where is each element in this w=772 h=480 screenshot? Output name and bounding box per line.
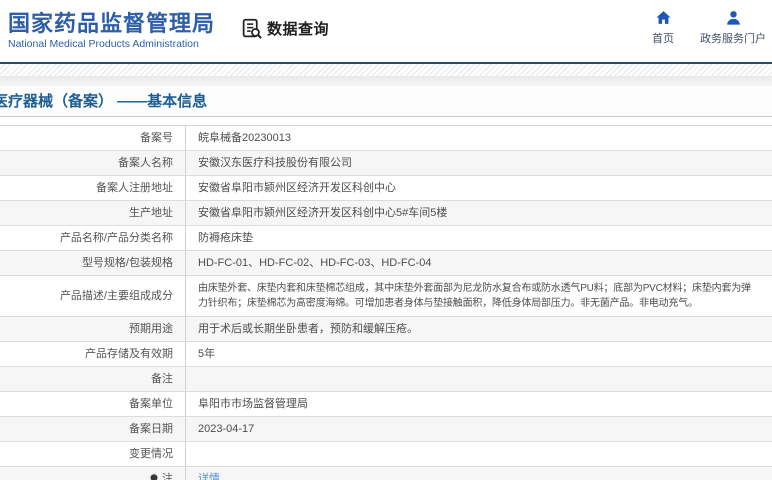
row-label-text: 备案号 — [140, 132, 173, 144]
row-value: 5年 — [186, 342, 772, 366]
row-label-text: 预期用途 — [129, 323, 173, 335]
row-value: 皖阜械备20230013 — [186, 126, 772, 150]
row-label-text: 产品名称/产品分类名称 — [59, 232, 173, 244]
user-icon — [726, 11, 740, 25]
table-row: 注 详情 — [0, 467, 772, 480]
row-value — [186, 442, 772, 466]
data-query-label: 数据查询 — [267, 20, 330, 38]
row-value: 由床垫外套、床垫内套和床垫棉芯组成，其中床垫外套面部为尼龙防水复合布或防水透气P… — [186, 276, 772, 316]
data-query-nav[interactable]: 数据查询 — [241, 18, 329, 39]
row-label-text: 型号规格/包装规格 — [81, 257, 173, 269]
row-value-text: HD-FC-01、HD-FC-02、HD-FC-03、HD-FC-04 — [198, 257, 432, 269]
row-value-text: 安徽省阜阳市颍州区经济开发区科创中心5#车间5楼 — [198, 207, 448, 219]
table-row: 预期用途 用于术后或长期坐卧患者，预防和缓解压疮。 — [0, 317, 772, 342]
top-nav: 首页 政务服务门户 — [652, 9, 766, 46]
row-value-text: 5年 — [198, 348, 216, 360]
row-label: 备案人注册地址 — [0, 176, 186, 200]
site-header: 国家药品监督管理局 National Medical Products Admi… — [0, 0, 772, 62]
table-row: 产品描述/主要组成成分 由床垫外套、床垫内套和床垫棉芯组成，其中床垫外套面部为尼龙… — [0, 276, 772, 317]
row-label-text: 备案人名称 — [118, 157, 173, 169]
row-label: 注 — [0, 467, 186, 480]
table-row: 备案人名称 安徽汉东医疗科技股份有限公司 — [0, 151, 772, 176]
home-icon — [655, 11, 671, 24]
breadcrumb-band: 医疗器械（备案） ——基本信息 — [0, 86, 772, 117]
row-value: 防褥疮床垫 — [186, 226, 772, 250]
row-label: 产品存储及有效期 — [0, 342, 186, 366]
row-value: 详情 — [186, 467, 772, 480]
logo-subtitle: National Medical Products Administration — [8, 38, 199, 50]
row-value: 安徽省阜阳市颍州区经济开发区科创中心5#车间5楼 — [186, 201, 772, 225]
nmpa-logo[interactable]: 国家药品监督管理局 National Medical Products Admi… — [8, 11, 215, 51]
row-value-text: 由床垫外套、床垫内套和床垫棉芯组成，其中床垫外套面部为尼龙防水复合布或防水透气P… — [198, 283, 751, 309]
gray-band — [0, 76, 772, 86]
document-search-icon — [242, 18, 262, 39]
row-value: 安徽省阜阳市颍州区经济开发区科创中心 — [186, 176, 772, 200]
row-value-text: 安徽省阜阳市颍州区经济开发区科创中心 — [198, 182, 396, 194]
row-value: 2023-04-17 — [186, 417, 772, 441]
row-label-text: 备案单位 — [129, 398, 173, 410]
row-label-text: 生产地址 — [129, 207, 173, 219]
row-label-text: 备案日期 — [129, 423, 173, 435]
nav-home-label: 首页 — [652, 33, 674, 45]
table-row: 产品存储及有效期 5年 — [0, 342, 772, 367]
row-label-text: 变更情况 — [129, 448, 173, 460]
row-label: 备案号 — [0, 126, 186, 150]
table-row: 备注 — [0, 367, 772, 392]
row-value: HD-FC-01、HD-FC-02、HD-FC-03、HD-FC-04 — [186, 251, 772, 275]
info-table: 备案号 皖阜械备20230013 备案人名称 安徽汉东医疗科技股份有限公司备案人注册地… — [0, 125, 772, 480]
table-row: 备案日期 2023-04-17 — [0, 417, 772, 442]
table-row: 变更情况 — [0, 442, 772, 467]
row-label-text: 备注 — [151, 373, 173, 385]
row-label: 预期用途 — [0, 317, 186, 341]
row-value-text: 阜阳市市场监督管理局 — [198, 398, 308, 410]
row-label: 产品描述/主要组成成分 — [0, 276, 186, 316]
row-label-text: 备案人注册地址 — [96, 182, 173, 194]
nav-gov-portal-label: 政务服务门户 — [700, 33, 766, 45]
row-value: 安徽汉东医疗科技股份有限公司 — [186, 151, 772, 175]
logo-title: 国家药品监督管理局 — [8, 11, 216, 36]
note-icon — [149, 473, 159, 480]
row-label: 生产地址 — [0, 201, 186, 225]
row-label: 备案人名称 — [0, 151, 186, 175]
row-label-text: 产品描述/主要组成成分 — [59, 290, 173, 302]
row-label-text: 注 — [162, 473, 173, 480]
row-label: 备案日期 — [0, 417, 186, 441]
hatch-band — [0, 64, 772, 76]
row-value-text: 皖阜械备20230013 — [198, 132, 291, 144]
table-row: 备案号 皖阜械备20230013 — [0, 126, 772, 151]
row-label: 型号规格/包装规格 — [0, 251, 186, 275]
row-value-text: 用于术后或长期坐卧患者，预防和缓解压疮。 — [198, 323, 418, 335]
row-label: 变更情况 — [0, 442, 186, 466]
row-label: 产品名称/产品分类名称 — [0, 226, 186, 250]
table-row: 产品名称/产品分类名称 防褥疮床垫 — [0, 226, 772, 251]
table-row: 生产地址 安徽省阜阳市颍州区经济开发区科创中心5#车间5楼 — [0, 201, 772, 226]
row-label: 备注 — [0, 367, 186, 391]
table-row: 型号规格/包装规格 HD-FC-01、HD-FC-02、HD-FC-03、HD-F… — [0, 251, 772, 276]
row-value-text: 2023-04-17 — [198, 423, 255, 435]
row-value-text: 安徽汉东医疗科技股份有限公司 — [198, 157, 352, 169]
row-value: 用于术后或长期坐卧患者，预防和缓解压疮。 — [186, 317, 772, 341]
row-label-text: 产品存储及有效期 — [85, 348, 173, 360]
details-link[interactable]: 详情 — [198, 472, 220, 480]
table-row: 备案单位 阜阳市市场监督管理局 — [0, 392, 772, 417]
row-value — [186, 367, 772, 391]
nav-gov-portal[interactable]: 政务服务门户 — [700, 9, 766, 46]
nav-home[interactable]: 首页 — [652, 9, 674, 46]
row-label: 备案单位 — [0, 392, 186, 416]
table-row: 备案人注册地址 安徽省阜阳市颍州区经济开发区科创中心 — [0, 176, 772, 201]
page-title: 医疗器械（备案） ——基本信息 — [0, 93, 208, 110]
row-value: 阜阳市市场监督管理局 — [186, 392, 772, 416]
row-value-text: 防褥疮床垫 — [198, 232, 253, 244]
